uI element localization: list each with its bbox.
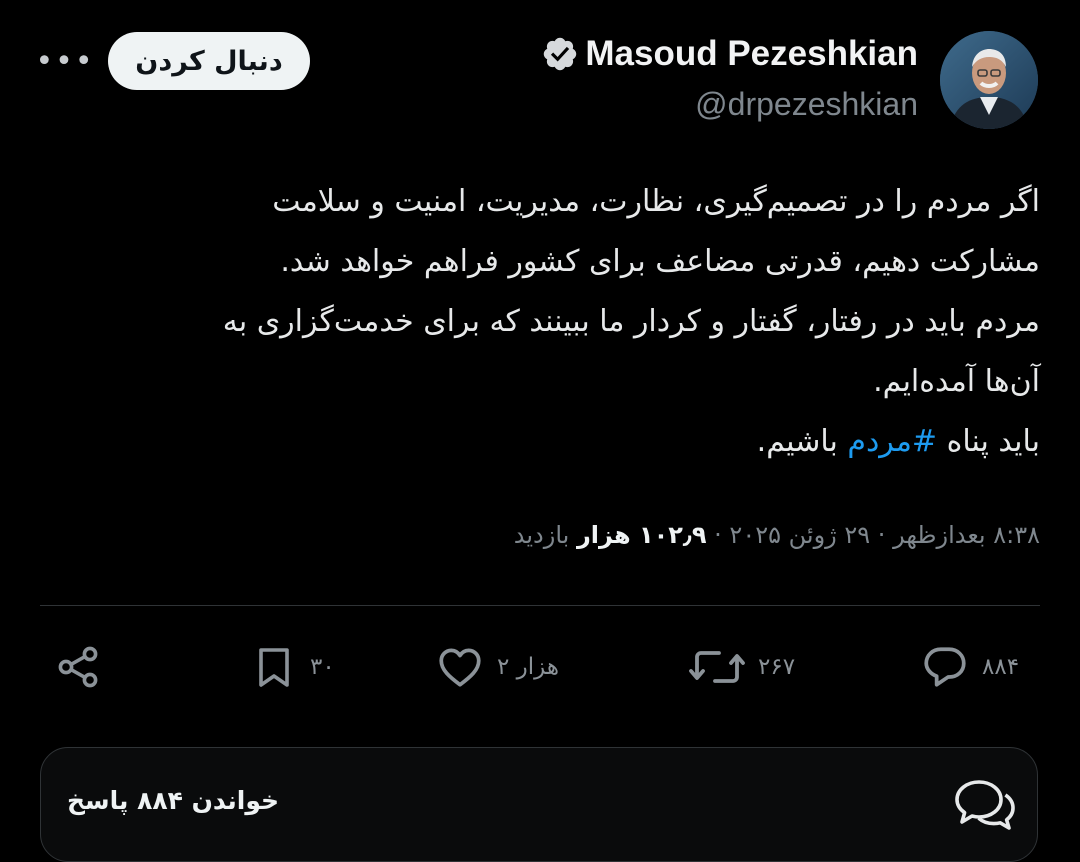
tweet-text-line: اگر مردم را در تصمیم‌گیری، نظارت، مدیریت… (272, 184, 1040, 219)
verified-badge-icon (541, 35, 579, 73)
like-button[interactable]: ۲ هزار (435, 632, 559, 702)
tweet-text-line: مشارکت دهیم، قدرتی مضاعف برای کشور فراهم… (280, 244, 1040, 279)
follow-button-label: دنبال کردن (135, 45, 283, 77)
follow-button[interactable]: دنبال کردن (108, 32, 310, 90)
like-count: ۲ هزار (497, 654, 559, 680)
views-count: ۱۰۲٫۹ هزار (576, 521, 707, 549)
tweet-text-segment: باشیم. (756, 424, 848, 459)
reply-button[interactable]: ۸۸۴ (920, 632, 1019, 702)
bookmark-button[interactable]: ۳۰ (250, 632, 335, 702)
meta-separator: · (714, 521, 722, 549)
repost-button[interactable]: ۲۶۷ (688, 632, 795, 702)
chat-bubbles-icon (953, 776, 1017, 840)
tweet-text: اگر مردم را در تصمیم‌گیری، نظارت، مدیریت… (40, 172, 1040, 472)
meta-separator: · (877, 521, 886, 549)
repost-icon (688, 643, 746, 691)
tweet-meta: ۸:۳۸ بعدازظهر · ۲۹ ژوئن ۲۰۲۵ · ۱۰۲٫۹ هزا… (40, 521, 1040, 549)
reply-count: ۸۸۴ (982, 654, 1020, 680)
more-icon: ••• (35, 43, 95, 79)
bookmark-count: ۳۰ (310, 654, 335, 680)
divider (40, 605, 1040, 606)
author-display-name[interactable]: Masoud Pezeshkian (585, 34, 918, 74)
action-bar: ۳۰ ۲ هزار ۲۶۷ ۸۸۴ (40, 632, 1040, 702)
heart-icon (435, 642, 485, 692)
tweet-text-line: مردم باید در رفتار، گفتار و کردار ما ببی… (222, 304, 1040, 339)
tweet-text-line: باید پناه #مردم باشیم. (40, 412, 1040, 472)
read-replies-button[interactable]: خواندن ۸۸۴ پاسخ (40, 747, 1038, 862)
read-replies-label: خواندن ۸۸۴ پاسخ (67, 786, 280, 815)
hashtag-link[interactable]: #مردم (847, 424, 937, 459)
reply-icon (920, 642, 970, 692)
more-options-button[interactable]: ••• (35, 44, 92, 79)
avatar[interactable] (940, 31, 1038, 129)
bookmark-icon (250, 643, 298, 691)
share-button[interactable] (54, 632, 102, 702)
tweet-text-segment: باید پناه (937, 424, 1040, 459)
author-handle[interactable]: @drpezeshkian (695, 86, 918, 123)
author-name-row: Masoud Pezeshkian (541, 34, 918, 74)
repost-count: ۲۶۷ (758, 654, 796, 680)
views-label: بازدید (513, 521, 570, 549)
tweet-header: ••• دنبال کردن Masoud Pezeshkian @drpeze… (0, 0, 1080, 140)
tweet-text-line: آن‌ها آمده‌ایم. (873, 364, 1040, 399)
share-icon (54, 643, 102, 691)
tweet-time[interactable]: ۸:۳۸ بعدازظهر (893, 521, 1040, 549)
tweet-date[interactable]: ۲۹ ژوئن ۲۰۲۵ (729, 521, 870, 549)
